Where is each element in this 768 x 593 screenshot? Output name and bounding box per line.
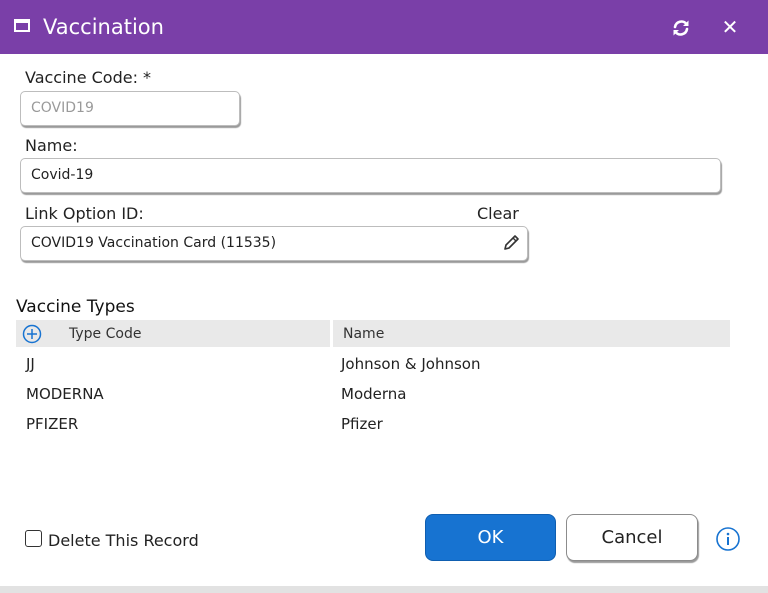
row-name[interactable]: Moderna <box>341 384 406 404</box>
row-name[interactable]: Pfizer <box>341 414 383 434</box>
table-header-name <box>333 320 730 347</box>
delete-record-label[interactable]: Delete This Record <box>48 531 199 551</box>
name-label: Name: <box>25 136 78 155</box>
bottom-scrollbar <box>0 586 768 593</box>
vaccine-code-field: COVID19 <box>20 91 240 126</box>
row-code[interactable]: JJ <box>26 354 35 374</box>
info-icon[interactable] <box>715 526 741 552</box>
refresh-icon[interactable] <box>670 17 692 39</box>
add-circle-icon[interactable] <box>22 324 42 344</box>
link-option-label: Link Option ID: <box>25 204 144 223</box>
pencil-icon[interactable] <box>501 233 521 253</box>
table-header-code <box>16 320 330 347</box>
window-icon <box>14 19 30 32</box>
ok-button[interactable]: OK <box>425 514 556 561</box>
clear-link[interactable]: Clear <box>477 204 519 224</box>
link-option-field[interactable]: COVID19 Vaccination Card (11535) <box>20 226 528 261</box>
dialog-title: Vaccination <box>43 15 164 39</box>
column-header-type-code[interactable]: Type Code <box>69 324 141 344</box>
row-code[interactable]: MODERNA <box>26 384 104 404</box>
title-bar: Vaccination ✕ <box>0 0 768 54</box>
vaccine-types-heading: Vaccine Types <box>16 297 135 317</box>
cancel-button[interactable]: Cancel <box>566 514 698 561</box>
delete-record-checkbox[interactable] <box>25 530 42 547</box>
row-name[interactable]: Johnson & Johnson <box>341 354 480 374</box>
row-code[interactable]: PFIZER <box>26 414 78 434</box>
name-field[interactable]: Covid-19 <box>20 158 721 193</box>
column-header-name[interactable]: Name <box>343 324 384 344</box>
close-icon[interactable]: ✕ <box>720 14 740 40</box>
vaccine-code-label: Vaccine Code: * <box>25 68 152 87</box>
